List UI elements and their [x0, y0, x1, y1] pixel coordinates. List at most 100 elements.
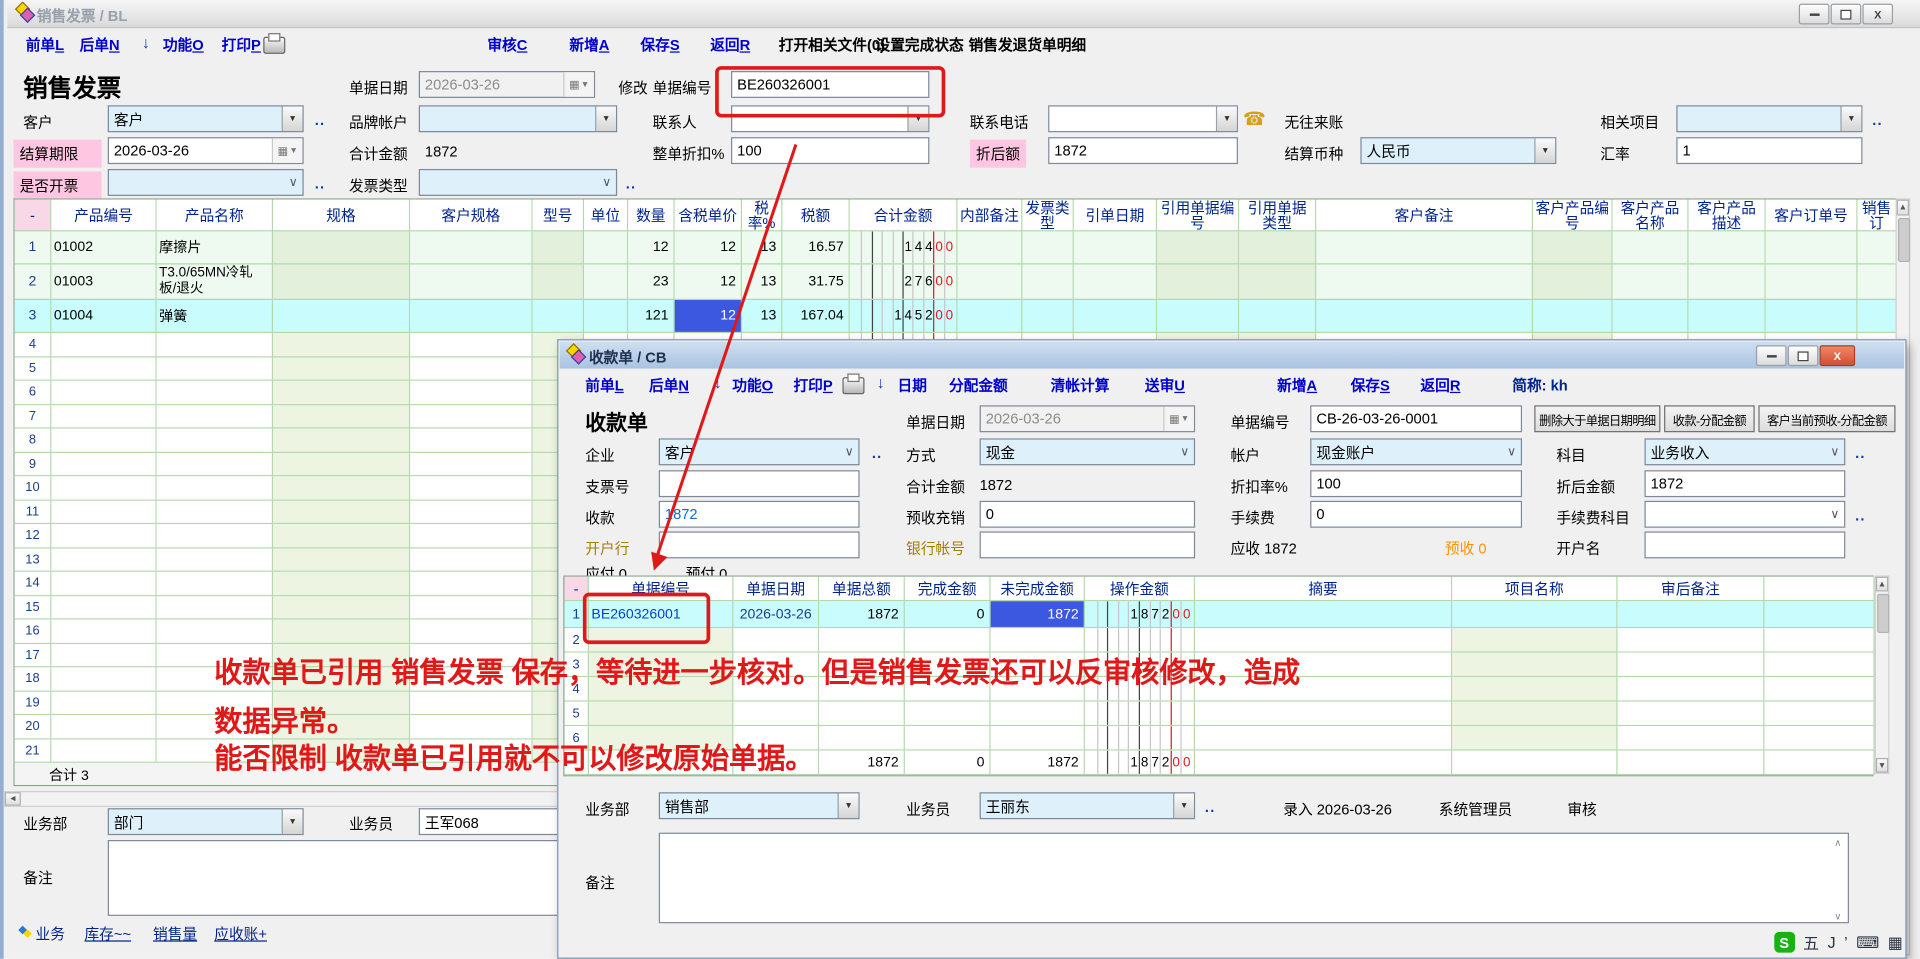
entry-info: 录入 2026-03-26 — [1283, 798, 1392, 819]
digit-cell — [1097, 726, 1108, 749]
method-select[interactable]: 现金∨ — [980, 438, 1196, 465]
receipt-amount-input[interactable]: 1872 — [659, 501, 860, 528]
toolbar-item[interactable]: 新增A — [1277, 375, 1317, 396]
digit-cell: 0 — [1181, 751, 1192, 774]
company-select[interactable]: 客户∨ — [659, 438, 860, 465]
table-row[interactable]: 5 — [564, 702, 1872, 726]
grid-cell — [1085, 702, 1195, 726]
fee-subject-select[interactable]: ∨ — [1644, 501, 1845, 528]
subject-lookup-button[interactable]: .. — [1855, 444, 1866, 461]
toolbar-item[interactable]: 返回R — [1420, 375, 1460, 396]
subject-select[interactable]: 业务收入∨ — [1644, 438, 1845, 465]
receipt-title: 收款单 — [585, 405, 647, 436]
receipt-doc-no-input[interactable]: CB-26-03-26-0001 — [1310, 405, 1522, 432]
account-select[interactable]: 现金账户∨ — [1310, 438, 1522, 465]
digit-cell — [1097, 601, 1108, 627]
chevron-down-icon[interactable]: ▼ — [838, 793, 859, 817]
chevron-down-icon[interactable]: ∨ — [1176, 445, 1194, 458]
digit-cell — [1087, 751, 1096, 774]
receipt-toolbar: ↓ ↓ 简称: kh 前单L后单N功能O打印P日期分配金额清帐计算送审U新增A保… — [0, 373, 1920, 397]
scroll-up-icon[interactable]: ▲ — [1876, 577, 1888, 592]
grid-cell — [1195, 751, 1452, 775]
grid-cell — [1618, 751, 1765, 775]
toolbar-item[interactable]: 日期 — [898, 375, 927, 396]
toolbar-item[interactable]: 送审U — [1145, 375, 1185, 396]
scroll-down-icon[interactable]: ▼ — [1876, 758, 1888, 773]
grid-cell — [1452, 751, 1617, 775]
tray-icon[interactable]: ⌨ — [1856, 932, 1879, 952]
digit-cell — [1118, 601, 1129, 627]
check-no-input[interactable] — [659, 470, 860, 497]
receipt-doc-date-input[interactable]: 2026-03-26▦▼ — [980, 405, 1196, 432]
digit-cell — [1107, 726, 1118, 749]
vscroll-thumb[interactable] — [1877, 594, 1889, 633]
receipt-dept-select[interactable]: 销售部▼ — [659, 792, 860, 819]
customer-prereceive-allocate-button[interactable]: 客户当前预收-分配金额 — [1758, 405, 1895, 432]
fee-input[interactable]: 0 — [1310, 501, 1522, 528]
receipt-note-textarea[interactable] — [659, 833, 1849, 924]
grid-cell — [733, 702, 819, 726]
tray-icon[interactable]: J — [1828, 933, 1836, 951]
company-lookup-button[interactable]: .. — [872, 444, 883, 461]
tray-icon[interactable]: ▦ — [1888, 932, 1903, 952]
digit-cell — [1107, 601, 1118, 627]
sogou-icon[interactable]: S — [1774, 932, 1795, 953]
memo-scroll-down-icon[interactable]: ∨ — [1834, 911, 1841, 922]
bank-account-input[interactable] — [980, 531, 1196, 558]
grid-cell: 2026-03-26 — [733, 601, 819, 628]
toolbar-item[interactable]: 打印P — [793, 375, 832, 396]
toolbar-item[interactable]: 分配金额 — [949, 375, 1008, 396]
account-name-input[interactable] — [1644, 531, 1845, 558]
table-row[interactable]: 1BE2603260012026-03-26187201872187200 — [564, 601, 1872, 628]
digit-cell — [1149, 628, 1160, 651]
annotation-line-1: 收款单已引用 销售发票 保存，等待进一步核对。但是销售发票还可以反审核修改，造成 — [214, 649, 1300, 691]
receipt-grid-vscrollbar[interactable]: ▲ ▼ — [1875, 576, 1890, 774]
toolbar-item[interactable]: 功能O — [732, 375, 773, 396]
chevron-down-icon[interactable]: ∨ — [1502, 445, 1520, 458]
chevron-down-icon[interactable]: ∨ — [1826, 508, 1844, 521]
date-down-icon[interactable]: ↓ — [877, 373, 885, 391]
fee-subject-lookup-button[interactable]: .. — [1855, 507, 1866, 524]
receipt-note-label: 备注 — [585, 872, 614, 893]
bank-branch-label: 开户行 — [585, 538, 629, 559]
toolbar-item[interactable]: 保存S — [1351, 375, 1390, 396]
tray-icon[interactable]: ’ — [1844, 933, 1848, 951]
account-label: 帐户 — [1231, 444, 1260, 465]
printer-icon[interactable] — [842, 377, 864, 394]
grid-cell — [905, 726, 991, 750]
toolbar-item[interactable]: 后单N — [649, 375, 689, 396]
delete-later-details-button[interactable]: 删除大于单据日期明细 — [1534, 405, 1660, 432]
annotation-box-ref-doc — [583, 593, 710, 644]
digit-cell: 8 — [1139, 751, 1150, 774]
after-discount-amt-input[interactable]: 1872 — [1644, 470, 1845, 497]
calendar-icon[interactable]: ▦▼ — [1163, 407, 1194, 431]
chevron-down-icon[interactable]: ∨ — [1826, 445, 1844, 458]
receipt-allocate-button[interactable]: 收款-分配金额 — [1664, 405, 1755, 432]
tray-icon[interactable]: 五 — [1803, 931, 1819, 954]
bank-branch-input[interactable] — [659, 531, 860, 558]
annotation-line-2: 数据异常。 — [214, 698, 355, 740]
chevron-down-icon[interactable]: ▼ — [1173, 793, 1194, 817]
grid-header-cell: 摘要 — [1195, 577, 1452, 601]
discount-rate-input[interactable]: 100 — [1310, 470, 1522, 497]
receipt-salesman-select[interactable]: 王丽东▼ — [980, 792, 1196, 819]
grid-cell — [1618, 601, 1765, 628]
salesman-lookup-button[interactable]: .. — [1205, 798, 1216, 815]
toolbar-item[interactable]: 清帐计算 — [1051, 375, 1110, 396]
memo-scroll-up-icon[interactable]: ∧ — [1834, 838, 1841, 849]
digit-cell — [1160, 726, 1171, 749]
advance-input[interactable]: 0 — [980, 501, 1196, 528]
chevron-down-icon[interactable]: ∨ — [840, 445, 858, 458]
grid-cell — [991, 702, 1085, 726]
grid-cell — [1618, 702, 1765, 726]
bank-account-label: 银行帐号 — [906, 538, 965, 559]
grid-cell — [1618, 726, 1765, 750]
toolbar-item[interactable]: 前单L — [585, 375, 623, 396]
func-down-icon[interactable]: ↓ — [714, 373, 722, 391]
check-no-label: 支票号 — [585, 476, 629, 497]
digit-cell — [1139, 702, 1150, 725]
digit-cell — [1170, 702, 1181, 725]
digit-cell — [1118, 726, 1129, 749]
grid-header-cell: 单据日期 — [733, 577, 819, 601]
annotation-box-doc-no — [715, 66, 945, 117]
